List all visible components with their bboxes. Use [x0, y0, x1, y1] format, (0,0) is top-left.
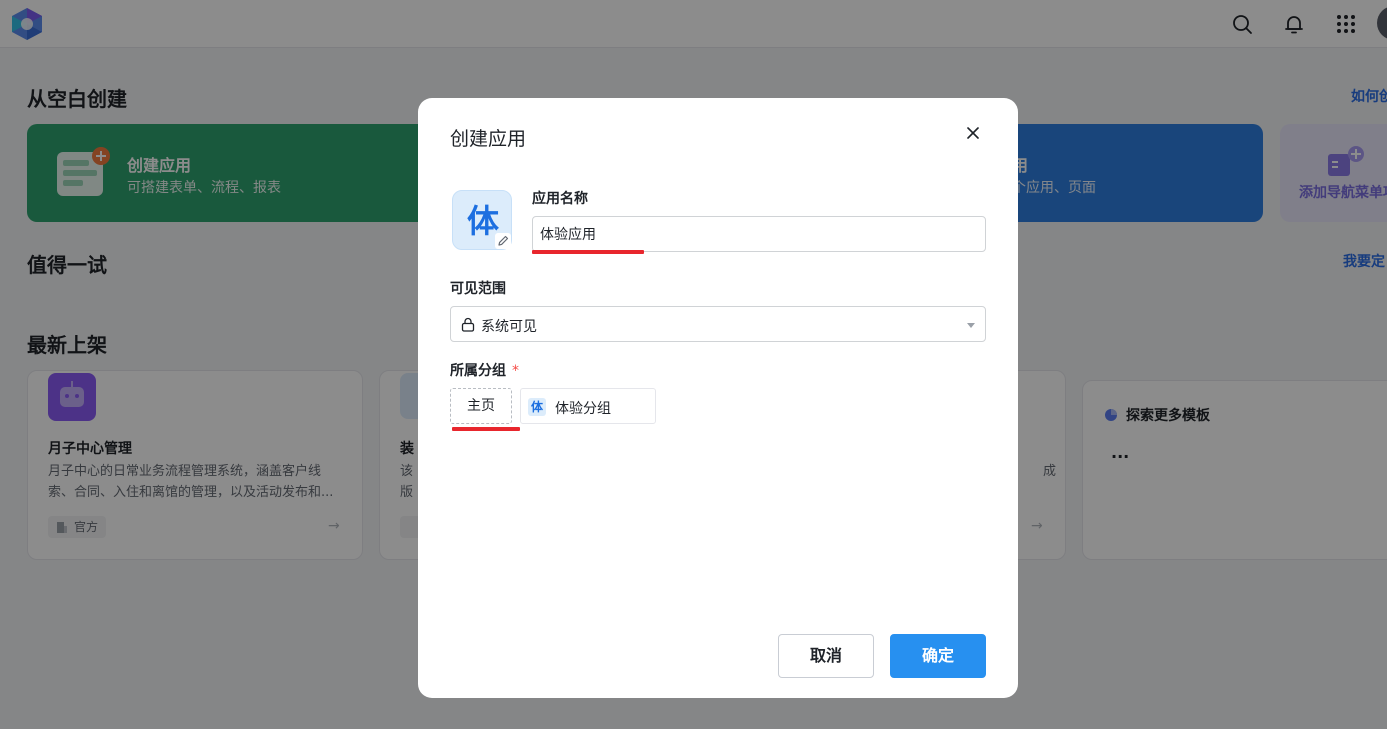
highlight-underline [532, 250, 644, 254]
group-option-label: 体验分组 [555, 401, 611, 417]
visibility-value: 系统可见 [481, 319, 537, 335]
group-label: 所属分组 * [450, 360, 519, 380]
chevron-down-icon [967, 323, 975, 328]
visibility-label: 可见范围 [450, 281, 506, 297]
group-label-text: 所属分组 [450, 363, 506, 379]
dialog-title: 创建应用 [450, 128, 527, 150]
confirm-button[interactable]: 确定 [890, 634, 986, 678]
app-name-label: 应用名称 [532, 191, 588, 207]
app-icon-picker[interactable]: 体 [452, 190, 512, 250]
highlight-underline [452, 427, 520, 431]
required-mark: * [512, 363, 519, 379]
create-app-dialog: 创建应用 体 应用名称 可见范围 系统可见 所属分组 * 主页 体 体验分组 取消… [418, 98, 1018, 698]
group-option-home[interactable]: 主页 [450, 388, 512, 424]
lock-icon [461, 317, 475, 332]
pencil-icon[interactable] [495, 233, 511, 249]
close-icon[interactable] [962, 122, 984, 144]
visibility-select[interactable]: 系统可见 [450, 306, 986, 342]
app-name-input[interactable] [532, 216, 986, 252]
cancel-button[interactable]: 取消 [778, 634, 874, 678]
group-icon: 体 [528, 398, 546, 416]
group-option-experience[interactable]: 体 体验分组 [520, 388, 656, 424]
